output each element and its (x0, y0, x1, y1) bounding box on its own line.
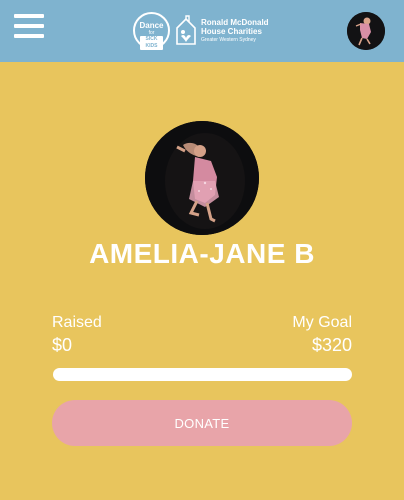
raised-label: Raised (52, 314, 102, 331)
user-avatar[interactable] (347, 12, 385, 50)
donate-button[interactable]: DONATE (52, 400, 352, 446)
raised-value: $0 (52, 335, 73, 355)
profile-photo (145, 121, 259, 235)
participant-name: AMELIA-JANE B (89, 238, 315, 269)
hamburger-menu-icon[interactable] (14, 14, 44, 40)
rmhc-house-icon (176, 15, 196, 45)
goal-label: My Goal (292, 314, 352, 331)
rmhc-logo-text: Ronald McDonald House Charities Greater … (201, 18, 269, 43)
fundraising-progress-bar (53, 368, 352, 381)
app-header: Dance for SICK KIDS Ronald McDonald Hous… (0, 0, 404, 62)
goal-value: $320 (311, 335, 352, 355)
dance-for-sick-kids-logo: Dance for SICK KIDS (133, 12, 170, 50)
